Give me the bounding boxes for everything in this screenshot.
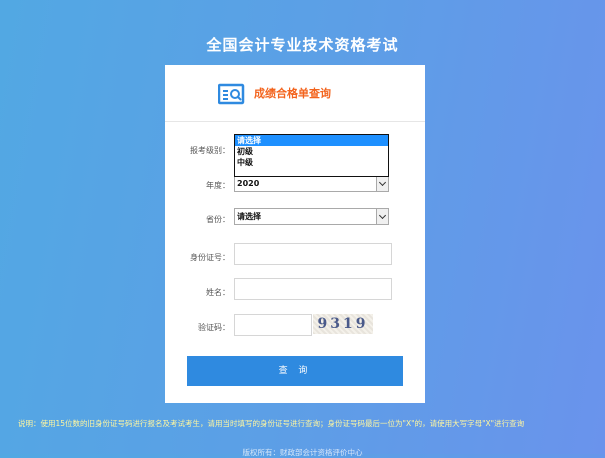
card-title: 成绩合格单查询 [254, 87, 331, 100]
query-card: 成绩合格单查询 报考级别： 年度： 2020 请选择 初级 中级 省份： 请选择… [165, 65, 425, 403]
id-number-label: 身份证号： [190, 253, 230, 262]
level-label: 报考级别： [190, 146, 230, 155]
year-select[interactable]: 2020 [234, 175, 389, 192]
chevron-down-icon[interactable] [376, 209, 388, 224]
query-document-icon [218, 83, 245, 105]
captcha-image[interactable]: 9319 [313, 314, 373, 334]
name-input[interactable] [234, 278, 392, 300]
level-dropdown[interactable]: 请选择 初级 中级 [234, 134, 389, 177]
name-label: 姓名： [206, 288, 230, 297]
instruction-note: 说明：使用15位数的旧身份证号码进行报名及考试考生，请用当时填写的身份证号进行查… [18, 419, 525, 428]
level-option-intermediate[interactable]: 中级 [235, 157, 388, 168]
captcha-input[interactable] [234, 314, 312, 336]
province-select[interactable]: 请选择 [234, 208, 389, 225]
year-select-value: 2020 [237, 179, 260, 188]
captcha-label: 验证码： [198, 323, 230, 332]
level-option-junior[interactable]: 初级 [235, 146, 388, 157]
level-option-select[interactable]: 请选择 [235, 135, 388, 146]
id-number-input[interactable] [234, 243, 392, 265]
province-select-value: 请选择 [237, 212, 261, 221]
query-button[interactable]: 查 询 [187, 356, 403, 386]
year-label: 年度： [206, 181, 230, 190]
chevron-down-icon[interactable] [376, 176, 388, 191]
page-title: 全国会计专业技术资格考试 [206, 36, 399, 54]
captcha-code: 9319 [317, 316, 369, 332]
province-label: 省份： [206, 215, 230, 224]
copyright-footer: 版权所有：财政部会计资格评价中心 [242, 448, 363, 457]
card-header: 成绩合格单查询 [165, 65, 425, 122]
